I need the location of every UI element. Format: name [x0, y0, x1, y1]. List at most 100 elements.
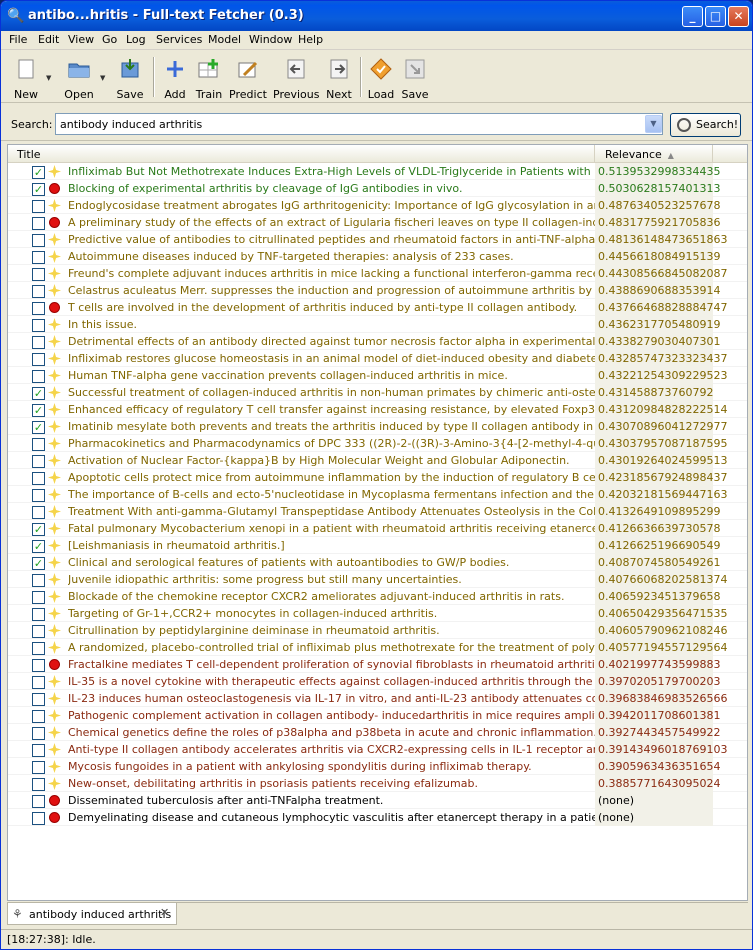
relevance-checkbox[interactable]: [32, 574, 45, 587]
predict-button[interactable]: Predict: [229, 54, 267, 101]
relevance-checkbox[interactable]: ✓: [32, 523, 45, 536]
relevance-checkbox[interactable]: [32, 200, 45, 213]
relevance-checkbox[interactable]: [32, 778, 45, 791]
table-row[interactable]: Targeting of Gr-1+,CCR2+ monocytes in co…: [8, 605, 747, 622]
table-row[interactable]: Demyelinating disease and cutaneous lymp…: [8, 809, 747, 826]
tab-search-results[interactable]: ⚘ antibody induced arthritis ✕: [7, 903, 177, 925]
open-button[interactable]: Open ▼: [62, 54, 105, 101]
load-button[interactable]: Load: [367, 54, 395, 101]
table-row[interactable]: Mycosis fungoides in a patient with anky…: [8, 758, 747, 775]
close-button[interactable]: ✕: [728, 6, 749, 27]
relevance-checkbox[interactable]: [32, 302, 45, 315]
table-row[interactable]: In this issue. 0.4362317705480919: [8, 316, 747, 333]
table-row[interactable]: Pharmacokinetics and Pharmacodynamics of…: [8, 435, 747, 452]
relevance-checkbox[interactable]: [32, 217, 45, 230]
table-row[interactable]: IL-35 is a novel cytokine with therapeut…: [8, 673, 747, 690]
previous-button[interactable]: Previous: [273, 54, 320, 101]
relevance-checkbox[interactable]: [32, 676, 45, 689]
table-row[interactable]: Juvenile idiopathic arthritis: some prog…: [8, 571, 747, 588]
menu-go[interactable]: Go: [102, 33, 117, 46]
table-row[interactable]: Endoglycosidase treatment abrogates IgG …: [8, 197, 747, 214]
table-row[interactable]: A preliminary study of the effects of an…: [8, 214, 747, 231]
tab-close-icon[interactable]: ✕: [160, 906, 169, 919]
menu-window[interactable]: Window: [249, 33, 292, 46]
table-row[interactable]: Autoimmune diseases induced by TNF-targe…: [8, 248, 747, 265]
table-row[interactable]: The importance of B-cells and ecto-5'nuc…: [8, 486, 747, 503]
relevance-checkbox[interactable]: [32, 659, 45, 672]
menu-log[interactable]: Log: [126, 33, 146, 46]
relevance-checkbox[interactable]: [32, 285, 45, 298]
save-button[interactable]: Save: [113, 54, 147, 101]
relevance-checkbox[interactable]: [32, 234, 45, 247]
table-row[interactable]: Infliximab restores glucose homeostasis …: [8, 350, 747, 367]
table-row[interactable]: ✓ Infliximab But Not Methotrexate Induces…: [8, 163, 747, 180]
relevance-checkbox[interactable]: [32, 506, 45, 519]
table-row[interactable]: Human TNF-alpha gene vaccination prevent…: [8, 367, 747, 384]
relevance-checkbox[interactable]: [32, 693, 45, 706]
menu-services[interactable]: Services: [156, 33, 202, 46]
relevance-checkbox[interactable]: ✓: [32, 387, 45, 400]
column-header-title[interactable]: Title: [8, 145, 595, 163]
table-row[interactable]: Fractalkine mediates T cell-dependent pr…: [8, 656, 747, 673]
menu-view[interactable]: View: [68, 33, 94, 46]
table-row[interactable]: Freund's complete adjuvant induces arthr…: [8, 265, 747, 282]
table-row[interactable]: Anti-type II collagen antibody accelerat…: [8, 741, 747, 758]
relevance-checkbox[interactable]: [32, 812, 45, 825]
relevance-checkbox[interactable]: [32, 438, 45, 451]
menu-file[interactable]: File: [9, 33, 27, 46]
table-row[interactable]: ✓ Clinical and serological features of pa…: [8, 554, 747, 571]
relevance-checkbox[interactable]: [32, 795, 45, 808]
relevance-checkbox[interactable]: [32, 455, 45, 468]
table-row[interactable]: Detrimental effects of an antibody direc…: [8, 333, 747, 350]
table-row[interactable]: ✓ Successful treatment of collagen-induce…: [8, 384, 747, 401]
table-row[interactable]: IL-23 induces human osteoclastogenesis v…: [8, 690, 747, 707]
menu-help[interactable]: Help: [298, 33, 323, 46]
table-row[interactable]: Pathogenic complement activation in coll…: [8, 707, 747, 724]
relevance-checkbox[interactable]: [32, 251, 45, 264]
column-header-relevance[interactable]: Relevance ▲: [595, 145, 713, 163]
search-input[interactable]: [55, 113, 663, 135]
new-button[interactable]: New ▼: [9, 54, 51, 101]
table-row[interactable]: T cells are involved in the development …: [8, 299, 747, 316]
relevance-checkbox[interactable]: [32, 744, 45, 757]
relevance-checkbox[interactable]: [32, 710, 45, 723]
relevance-checkbox[interactable]: ✓: [32, 557, 45, 570]
relevance-checkbox[interactable]: [32, 472, 45, 485]
minimize-button[interactable]: _: [682, 6, 703, 27]
next-button[interactable]: Next: [324, 54, 354, 101]
relevance-checkbox[interactable]: [32, 727, 45, 740]
table-row[interactable]: Activation of Nuclear Factor-{kappa}B by…: [8, 452, 747, 469]
relevance-checkbox[interactable]: [32, 625, 45, 638]
table-row[interactable]: ✓ [Leishmaniasis in rheumatoid arthritis.…: [8, 537, 747, 554]
table-row[interactable]: ✓ Enhanced efficacy of regulatory T cell …: [8, 401, 747, 418]
table-row[interactable]: Predictive value of antibodies to citrul…: [8, 231, 747, 248]
menu-edit[interactable]: Edit: [38, 33, 59, 46]
relevance-checkbox[interactable]: [32, 642, 45, 655]
relevance-checkbox[interactable]: ✓: [32, 540, 45, 553]
table-row[interactable]: ✓ Imatinib mesylate both prevents and tre…: [8, 418, 747, 435]
table-row[interactable]: Apoptotic cells protect mice from autoim…: [8, 469, 747, 486]
table-row[interactable]: Treatment With anti-gamma-Glutamyl Trans…: [8, 503, 747, 520]
maximize-button[interactable]: □: [705, 6, 726, 27]
relevance-checkbox[interactable]: [32, 489, 45, 502]
table-row[interactable]: A randomized, placebo-controlled trial o…: [8, 639, 747, 656]
relevance-checkbox[interactable]: [32, 591, 45, 604]
search-history-dropdown-icon[interactable]: ▼: [645, 115, 662, 133]
relevance-checkbox[interactable]: ✓: [32, 183, 45, 196]
open-dropdown-icon[interactable]: ▼: [100, 74, 105, 82]
new-dropdown-icon[interactable]: ▼: [46, 74, 51, 82]
table-row[interactable]: ✓ Blocking of experimental arthritis by c…: [8, 180, 747, 197]
table-row[interactable]: Celastrus aculeatus Merr. suppresses the…: [8, 282, 747, 299]
search-button[interactable]: Search!: [670, 113, 741, 137]
relevance-checkbox[interactable]: [32, 319, 45, 332]
table-row[interactable]: Disseminated tuberculosis after anti-TNF…: [8, 792, 747, 809]
save-model-button[interactable]: Save: [400, 54, 430, 101]
relevance-checkbox[interactable]: [32, 370, 45, 383]
relevance-checkbox[interactable]: ✓: [32, 404, 45, 417]
table-row[interactable]: Chemical genetics define the roles of p3…: [8, 724, 747, 741]
relevance-checkbox[interactable]: [32, 608, 45, 621]
table-row[interactable]: ✓ Fatal pulmonary Mycobacterium xenopi in…: [8, 520, 747, 537]
relevance-checkbox[interactable]: [32, 268, 45, 281]
relevance-checkbox[interactable]: [32, 336, 45, 349]
title-bar[interactable]: 🔍 antibo...hritis - Full-text Fetcher (0…: [1, 1, 752, 31]
